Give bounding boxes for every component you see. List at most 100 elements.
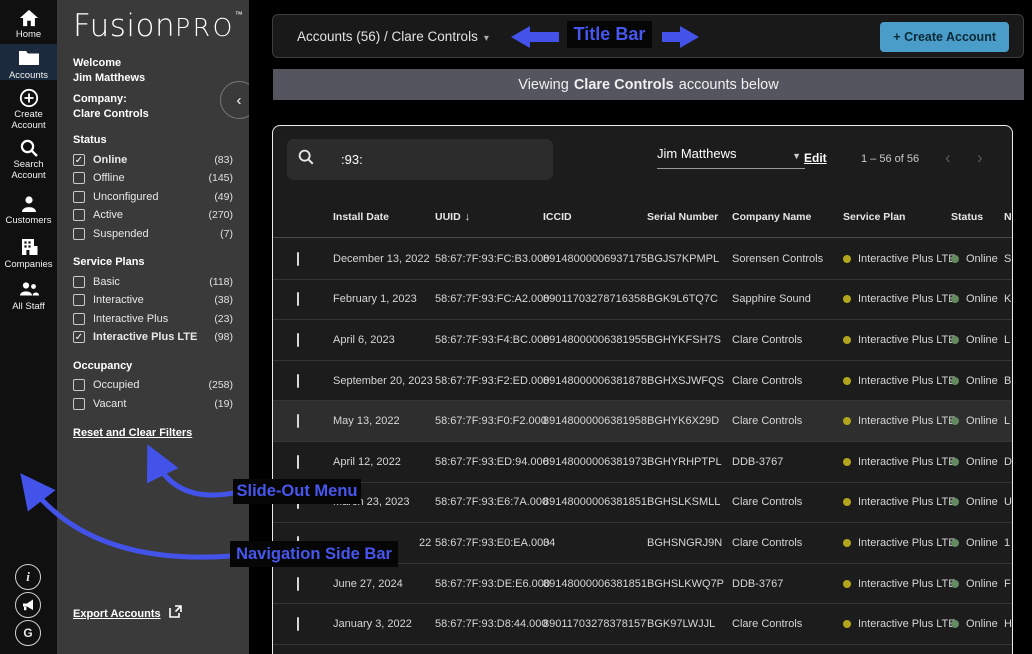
- filter-option[interactable]: Offline (145): [73, 169, 233, 188]
- sidebar-item-search-account[interactable]: Search Account: [0, 138, 57, 182]
- filter-option[interactable]: Unconfigured (49): [73, 188, 233, 207]
- table-row[interactable]: 22 58:67:7F:93:E0:EA.000 34 BGHSNGRJ9N C…: [273, 523, 1013, 564]
- checkbox-icon[interactable]: [73, 191, 85, 203]
- checkbox-icon[interactable]: [73, 228, 85, 240]
- filter-option-label: Occupied: [93, 379, 208, 391]
- col-install-date[interactable]: Install Date: [333, 211, 435, 223]
- sidebar-item-companies[interactable]: Companies: [0, 238, 57, 271]
- row-checkbox[interactable]: [297, 495, 299, 509]
- megaphone-icon[interactable]: [15, 592, 41, 618]
- cell-n: B: [1004, 375, 1013, 387]
- col-status[interactable]: Status: [951, 211, 1004, 223]
- export-accounts-link[interactable]: Export Accounts: [73, 608, 161, 620]
- user-select[interactable]: Jim Matthews ▼: [657, 146, 805, 169]
- filter-option[interactable]: Active (270): [73, 206, 233, 225]
- create-account-button[interactable]: + Create Account: [880, 22, 1009, 52]
- row-checkbox[interactable]: [297, 536, 299, 550]
- checkbox-icon[interactable]: [73, 172, 85, 184]
- filter-option-label: Online: [93, 154, 214, 166]
- plan-dot-icon: [843, 458, 851, 466]
- row-checkbox[interactable]: [297, 455, 299, 469]
- checkbox-icon[interactable]: [73, 331, 85, 343]
- col-company-name[interactable]: Company Name: [732, 211, 843, 223]
- checkbox-icon[interactable]: [73, 313, 85, 325]
- col-iccid[interactable]: ICCID: [543, 211, 647, 223]
- cell-company-name: Clare Controls: [732, 375, 843, 387]
- cell-serial-number: BGHYK6X29D: [647, 415, 732, 427]
- sidebar-item-create-account[interactable]: Create Account: [0, 88, 57, 132]
- status-dot-icon: [951, 458, 959, 466]
- sidebar-item-label: Create Account: [0, 110, 57, 132]
- table-row[interactable]: December 13, 2022 58:67:7F:93:FC:B3.000 …: [273, 239, 1013, 280]
- search-input[interactable]: [341, 152, 521, 167]
- plan-dot-icon: [843, 539, 851, 547]
- table-row[interactable]: September 20, 2023 58:67:7F:93:F2:ED.000…: [273, 361, 1013, 402]
- row-checkbox[interactable]: [297, 333, 299, 347]
- checkbox-icon[interactable]: [73, 379, 85, 391]
- row-checkbox[interactable]: [297, 414, 299, 428]
- filter-option-count: (38): [214, 294, 233, 306]
- search-box[interactable]: [287, 139, 553, 180]
- row-checkbox[interactable]: [297, 617, 299, 631]
- filter-option[interactable]: Basic (118): [73, 272, 233, 291]
- next-page-icon[interactable]: ›: [977, 148, 983, 168]
- table-row[interactable]: February 1, 2023 58:67:7F:93:FC:A2.000 8…: [273, 280, 1013, 321]
- row-checkbox[interactable]: [297, 292, 299, 306]
- cell-uuid: 58:67:7F:93:DE:E6.000: [435, 578, 543, 590]
- plus-circle-icon: [18, 88, 40, 108]
- filter-option-label: Active: [93, 209, 208, 221]
- cell-uuid: 58:67:7F:93:ED:94.000: [435, 456, 543, 468]
- filter-option-count: (118): [209, 276, 233, 288]
- breadcrumb[interactable]: Accounts (56) / Clare Controls▾: [297, 29, 489, 44]
- reset-filters-link[interactable]: Reset and Clear Filters: [73, 427, 192, 439]
- plan-dot-icon: [843, 580, 851, 588]
- checkbox-icon[interactable]: [73, 294, 85, 306]
- cell-status: Online: [951, 578, 1004, 590]
- checkbox-icon[interactable]: [73, 276, 85, 288]
- table-row[interactable]: April 12, 2022 58:67:7F:93:ED:94.000 891…: [273, 442, 1013, 483]
- export-accounts[interactable]: Export Accounts: [73, 605, 182, 623]
- filter-option[interactable]: Interactive (38): [73, 291, 233, 310]
- logout-icon[interactable]: G: [15, 620, 41, 646]
- checkbox-icon[interactable]: [73, 154, 85, 166]
- cell-company-name: Clare Controls: [732, 618, 843, 630]
- col-serial-number[interactable]: Serial Number: [647, 211, 732, 223]
- sidebar-item-customers[interactable]: Customers: [0, 194, 57, 227]
- filter-option[interactable]: Online (83): [73, 150, 233, 169]
- row-checkbox[interactable]: [297, 374, 299, 388]
- table-row[interactable]: April 6, 2023 58:67:7F:93:F4:BC.000 8914…: [273, 320, 1013, 361]
- row-checkbox[interactable]: [297, 577, 299, 591]
- edit-link[interactable]: Edit: [804, 151, 827, 165]
- previous-page-icon[interactable]: ‹: [945, 148, 951, 168]
- checkbox-icon[interactable]: [73, 398, 85, 410]
- sidebar-item-accounts[interactable]: Accounts: [0, 44, 57, 80]
- table-row[interactable]: March 23, 2023 58:67:7F:93:E6:7A.000 891…: [273, 483, 1013, 524]
- filter-option[interactable]: Interactive Plus (23): [73, 310, 233, 329]
- row-checkbox[interactable]: [297, 252, 299, 266]
- col-uuid[interactable]: UUID↓: [435, 211, 543, 223]
- cell-install-date: September 20, 2023: [333, 375, 435, 387]
- col-n[interactable]: N: [1004, 211, 1013, 223]
- status-dot-icon: [951, 255, 959, 263]
- checkbox-icon[interactable]: [73, 209, 85, 221]
- fusion-pro-logo: FusionPRO™: [73, 8, 233, 44]
- info-icon[interactable]: i: [15, 564, 41, 590]
- sidebar-item-home[interactable]: Home: [0, 8, 57, 41]
- table-row[interactable]: June 27, 2024 58:67:7F:93:DE:E6.000 8914…: [273, 564, 1013, 605]
- sidebar-item-all-staff[interactable]: All Staff: [0, 280, 57, 313]
- plan-dot-icon: [843, 295, 851, 303]
- filter-option-count: (23): [214, 313, 233, 325]
- filter-option[interactable]: Vacant (19): [73, 394, 233, 413]
- plan-dot-icon: [843, 417, 851, 425]
- table-row[interactable]: May 13, 2022 58:67:7F:93:F0:F2.000 89148…: [273, 401, 1013, 442]
- filter-option[interactable]: Occupied (258): [73, 376, 233, 395]
- cell-uuid: 58:67:7F:93:D8:44.000: [435, 618, 543, 630]
- filter-option[interactable]: Interactive Plus LTE (98): [73, 328, 233, 347]
- person-icon: [18, 194, 40, 214]
- table-row[interactable]: January 3, 2022 58:67:7F:93:D8:44.000 89…: [273, 604, 1013, 645]
- cell-status: Online: [951, 456, 1004, 468]
- cell-install-date: January 3, 2022: [333, 618, 435, 630]
- col-service-plan[interactable]: Service Plan: [843, 211, 951, 223]
- title-bar: Accounts (56) / Clare Controls▾ + Create…: [272, 14, 1024, 58]
- filter-option[interactable]: Suspended (7): [73, 225, 233, 244]
